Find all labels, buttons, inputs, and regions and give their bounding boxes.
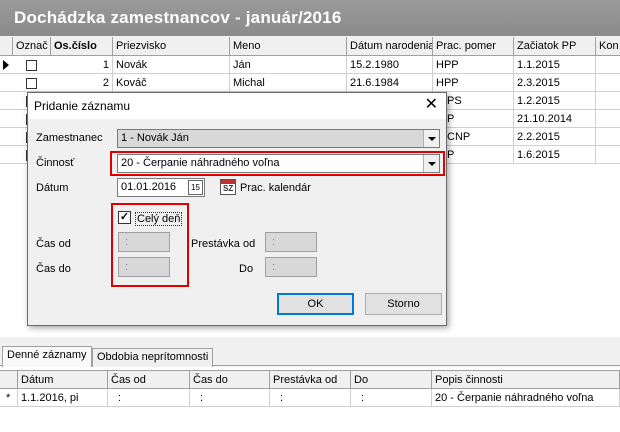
cell-datum: 21.6.1984 <box>347 74 433 92</box>
prestavka-od-label: Prestávka od <box>191 238 256 250</box>
col-priezvisko[interactable]: Priezvisko <box>113 37 230 56</box>
datum-field[interactable]: 01.01.2016 15 <box>117 178 205 197</box>
tab-denne-zaznamy[interactable]: Denné záznamy <box>2 346 92 367</box>
chevron-down-icon[interactable] <box>423 130 439 147</box>
cell-priezvisko: Kováč <box>113 74 230 92</box>
col-prestavka-od[interactable]: Prestávka od <box>270 371 351 389</box>
cell-zaciatok: 2.3.2015 <box>514 74 596 92</box>
ok-button[interactable]: OK <box>277 293 354 315</box>
zamestnanec-value: 1 - Novák Ján <box>121 132 189 144</box>
datum-value: 01.01.2016 <box>121 181 177 193</box>
cell-zaciatok: 21.10.2014 <box>514 110 596 128</box>
cell-meno: Michal <box>230 74 347 92</box>
cell-priezvisko: Novák <box>113 56 230 74</box>
new-row-marker: * <box>0 389 18 407</box>
cell-zaciatok: 1.1.2015 <box>514 56 596 74</box>
dialog-title-bar: Pridanie záznamu ✕ <box>28 93 446 119</box>
col-datum-narodenia[interactable]: Dátum narodenia <box>347 37 433 56</box>
col-popis-cinnosti[interactable]: Popis činnosti <box>432 371 620 389</box>
do-label: Do <box>239 263 254 275</box>
storno-button[interactable]: Storno <box>365 293 442 315</box>
row-selector-header <box>0 371 18 389</box>
cely-den-checkbox[interactable]: ✓ <box>118 211 131 224</box>
cell-datum[interactable]: 1.1.2016, pi <box>18 389 108 407</box>
zamestnanec-select[interactable]: 1 - Novák Ján <box>117 129 440 148</box>
cell-os-cislo: 2 <box>51 74 113 92</box>
table-row[interactable]: * 1.1.2016, pi : : : : 20 - Čerpanie náh… <box>0 389 620 407</box>
cell-pomer: HPP <box>433 56 514 74</box>
cell-pomer: HPP <box>433 74 514 92</box>
chevron-down-icon[interactable] <box>423 155 439 172</box>
cell-cas-do[interactable]: : <box>190 389 270 407</box>
cas-do-input[interactable]: : <box>118 257 170 277</box>
prestavka-od-input[interactable]: : <box>265 232 317 252</box>
cell-zaciatok: 1.6.2015 <box>514 146 596 164</box>
dialog-title: Pridanie záznamu <box>34 99 131 113</box>
cas-od-input[interactable]: : <box>118 232 170 252</box>
do-input[interactable]: : <box>265 257 317 277</box>
col-datum[interactable]: Dátum <box>18 371 108 389</box>
cell-cas-od[interactable]: : <box>108 389 190 407</box>
zamestnanec-label: Zamestnanec <box>36 132 103 144</box>
col-meno[interactable]: Meno <box>230 37 347 56</box>
cell-zaciatok: 1.2.2015 <box>514 92 596 110</box>
cas-od-label: Čas od <box>36 238 71 250</box>
daily-records-grid[interactable]: Dátum Čas od Čas do Prestávka od Do Popi… <box>0 367 620 432</box>
cinnost-select[interactable]: 20 - Čerpanie náhradného voľna <box>117 154 440 173</box>
cell-zaciatok: 2.2.2015 <box>514 128 596 146</box>
row-selector-header <box>0 37 13 56</box>
tab-bar: Denné záznamy Obdobia neprítomnosti <box>0 344 620 367</box>
table-row[interactable]: 2 Kováč Michal 21.6.1984 HPP 2.3.2015 <box>0 74 620 92</box>
datum-label: Dátum <box>36 182 69 194</box>
cinnost-label: Činnosť <box>36 157 75 169</box>
tab-obdobia-nepritomnosti[interactable]: Obdobia neprítomnosti <box>92 348 214 367</box>
col-cas-do[interactable]: Čas do <box>190 371 270 389</box>
oznac-checkbox[interactable] <box>26 60 37 71</box>
add-record-dialog[interactable]: Pridanie záznamu ✕ Zamestnanec 1 - Novák… <box>27 92 447 326</box>
calendar-icon[interactable]: SZ <box>220 179 236 195</box>
col-prac-pomer[interactable]: Prac. pomer <box>433 37 514 56</box>
close-icon[interactable]: ✕ <box>425 97 438 113</box>
col-os-cislo[interactable]: Os.číslo <box>51 37 113 56</box>
cell-do[interactable]: : <box>351 389 432 407</box>
table-row[interactable]: 1 Novák Ján 15.2.1980 HPP 1.1.2015 <box>0 56 620 74</box>
window-title: Dochádzka zamestnancov - január/2016 <box>0 0 620 36</box>
cell-popis-cinnosti[interactable]: 20 - Čerpanie náhradného voľna <box>432 389 620 407</box>
detail-header: Dátum Čas od Čas do Prestávka od Do Popi… <box>0 370 620 389</box>
col-do[interactable]: Do <box>351 371 432 389</box>
col-zaciatok-pp[interactable]: Začiatok PP <box>514 37 596 56</box>
oznac-checkbox[interactable] <box>26 78 37 89</box>
col-oznac[interactable]: Označ <box>13 37 51 56</box>
col-koniec[interactable]: Kon <box>596 37 620 56</box>
cell-prestavka-od[interactable]: : <box>270 389 351 407</box>
cely-den-label[interactable]: Celý deň <box>135 212 183 226</box>
date-picker-button[interactable]: 15 <box>188 180 203 195</box>
grid-header: Označ Os.číslo Priezvisko Meno Dátum nar… <box>0 37 620 56</box>
cinnost-value: 20 - Čerpanie náhradného voľna <box>121 157 280 169</box>
cell-os-cislo: 1 <box>51 56 113 74</box>
cell-meno: Ján <box>230 56 347 74</box>
prac-kalendar-link[interactable]: Prac. kalendár <box>240 182 311 194</box>
cell-datum: 15.2.1980 <box>347 56 433 74</box>
current-row-icon <box>3 60 9 70</box>
col-cas-od[interactable]: Čas od <box>108 371 190 389</box>
cas-do-label: Čas do <box>36 263 71 275</box>
